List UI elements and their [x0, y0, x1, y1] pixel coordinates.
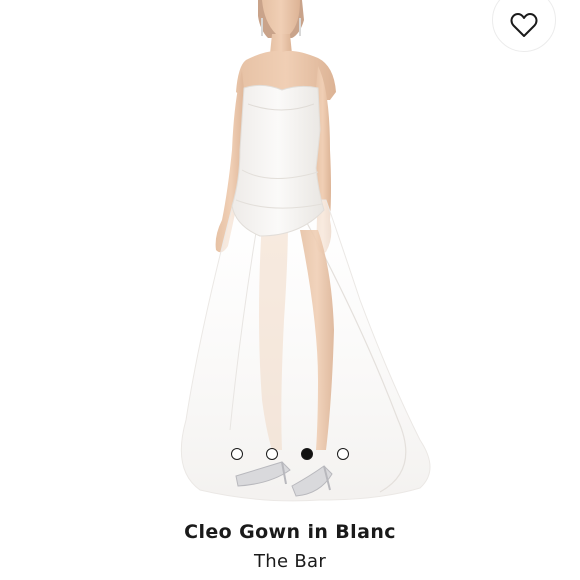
product-card[interactable]: Cleo Gown in Blanc The Bar	[0, 0, 580, 580]
product-brand[interactable]: The Bar	[0, 551, 580, 572]
product-photo[interactable]	[0, 0, 580, 510]
carousel-dots	[0, 448, 580, 462]
carousel-dot-3-active[interactable]	[301, 448, 313, 460]
carousel-dot-2[interactable]	[266, 448, 278, 460]
carousel-dot-4[interactable]	[337, 448, 349, 460]
product-image-area[interactable]	[0, 0, 580, 510]
product-name[interactable]: Cleo Gown in Blanc	[0, 521, 580, 543]
heart-outline-icon	[510, 13, 538, 37]
carousel-dot-1[interactable]	[231, 448, 243, 460]
